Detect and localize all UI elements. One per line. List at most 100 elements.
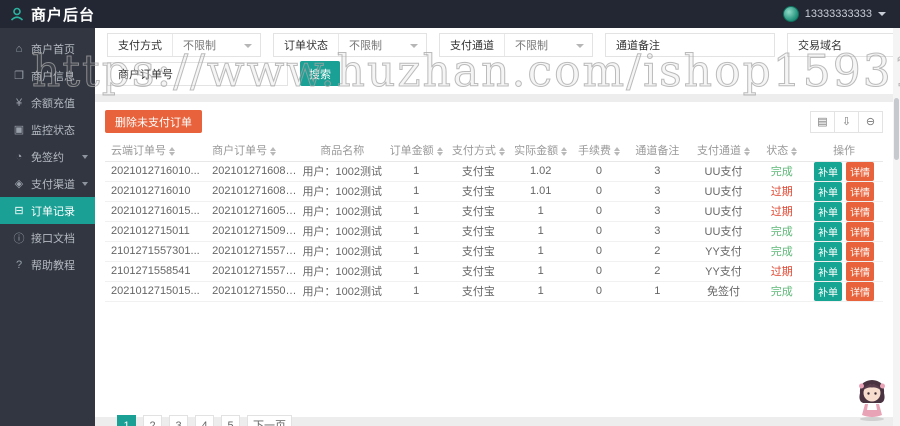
filter-select[interactable]: 不限制 — [338, 34, 426, 56]
sidebar-item-pay-channel[interactable]: ◈ 支付渠道 — [0, 170, 95, 197]
cell-product: 用户：1002测试 — [299, 201, 386, 222]
column-header-4[interactable]: 支付方式 — [447, 140, 510, 162]
page-item[interactable]: 3 — [169, 415, 188, 426]
column-label: 实际金额 — [514, 145, 559, 158]
filter-label: 通道备注 — [616, 40, 660, 52]
cell-channel_note: 1 — [626, 281, 689, 302]
export-icon[interactable]: ⇩ — [834, 110, 859, 133]
cell-method: 支付宝 — [447, 241, 510, 262]
cell-cloud_no: 2021012715011 — [105, 221, 207, 242]
scrollbar[interactable] — [893, 28, 900, 426]
page-item[interactable]: 下一页 — [247, 415, 292, 426]
reissue-button[interactable]: 补单 — [814, 161, 843, 180]
column-header-5[interactable]: 实际金额 — [509, 140, 572, 162]
brand: 商户后台 — [0, 4, 95, 25]
detail-button[interactable]: 详情 — [846, 241, 875, 260]
sign-free-icon: ◔ — [15, 150, 23, 163]
avatar[interactable] — [782, 6, 799, 22]
column-header-6[interactable]: 手续费 — [571, 140, 627, 162]
sidebar-item-monitor-status[interactable]: ▣ 监控状态 — [0, 116, 95, 143]
sidebar-item-label: 帮助教程 — [31, 259, 75, 272]
cell-amount: 1 — [385, 221, 448, 242]
reissue-button[interactable]: 补单 — [814, 261, 843, 280]
filter-input-group-1: 交易域名 — [787, 33, 900, 57]
sort-icon[interactable] — [561, 146, 568, 156]
cell-status: 过期 — [758, 181, 806, 202]
help-icon: ? — [15, 258, 23, 271]
column-header-1[interactable]: 商户订单号 — [206, 140, 300, 162]
chevron-down-icon — [82, 154, 88, 159]
cell-method: 支付宝 — [447, 221, 510, 242]
sort-icon[interactable] — [498, 146, 505, 156]
mascot-widget[interactable] — [854, 377, 890, 426]
delete-unpaid-button[interactable]: 删除未支付订单 — [105, 110, 202, 133]
user-menu[interactable]: 13333333333 — [782, 6, 900, 22]
sidebar-item-label: 接口文档 — [31, 232, 75, 245]
filter-select[interactable]: 不限制 — [172, 34, 260, 56]
cell-real_amount: 1 — [509, 241, 572, 262]
table-tool-icons: ▤ ⇩ ⊖ — [810, 110, 883, 133]
cell-fee: 0 — [571, 161, 627, 182]
status-badge: 完成 — [770, 226, 793, 238]
filter-text-input[interactable] — [670, 35, 774, 55]
page-item[interactable]: 4 — [195, 415, 214, 426]
sidebar-item-help[interactable]: ? 帮助教程 — [0, 251, 95, 278]
sidebar-item-merchant-info[interactable]: ❐ 商户信息 — [0, 62, 95, 89]
sidebar-item-label: 订单记录 — [31, 205, 75, 218]
column-label: 手续费 — [577, 145, 611, 158]
print-icon[interactable]: ⊖ — [858, 110, 883, 133]
column-header-9[interactable]: 状态 — [758, 140, 806, 162]
detail-button[interactable]: 详情 — [846, 261, 875, 280]
page-item[interactable]: 2 — [143, 415, 162, 426]
cell-amount: 1 — [385, 261, 448, 282]
cell-method: 支付宝 — [447, 261, 510, 282]
cell-fee: 0 — [571, 201, 627, 222]
sort-icon[interactable] — [791, 146, 798, 156]
detail-button[interactable]: 详情 — [846, 221, 875, 240]
merchant-order-no-input[interactable] — [183, 63, 287, 84]
column-label: 支付方式 — [451, 145, 496, 158]
sort-icon[interactable] — [270, 146, 277, 156]
page-item[interactable]: 1 — [117, 415, 136, 426]
column-header-0[interactable]: 云端订单号 — [105, 140, 207, 162]
sidebar-item-sign-free[interactable]: ◔ 免签约 — [0, 143, 95, 170]
sort-icon[interactable] — [743, 146, 750, 156]
reissue-button[interactable]: 补单 — [814, 281, 843, 300]
main-content: 支付方式 不限制 订单状态 不限制 支付通道 不限制 通道备注 交易域名 商户订单号 搜索 删除… — [95, 28, 900, 426]
cell-channel: YY支付 — [688, 241, 759, 262]
sidebar-item-api-doc[interactable]: ⓘ 接口文档 — [0, 224, 95, 251]
sidebar-item-order-record[interactable]: ⊟ 订单记录 — [0, 197, 95, 224]
cell-fee: 0 — [571, 181, 627, 202]
scrollbar-thumb[interactable] — [894, 98, 899, 160]
cell-channel: 免签付 — [688, 281, 759, 302]
reissue-button[interactable]: 补单 — [814, 241, 843, 260]
filter-label: 支付方式 — [118, 40, 162, 52]
caret-down-icon — [576, 44, 584, 48]
sidebar-item-home[interactable]: ⌂ 商户首页 — [0, 35, 95, 62]
sidebar-item-recharge[interactable]: ¥ 余额充值 — [0, 89, 95, 116]
status-badge: 过期 — [770, 206, 793, 218]
filter-columns-icon[interactable]: ▤ — [810, 110, 835, 133]
filter-select[interactable]: 不限制 — [504, 34, 592, 56]
reissue-button[interactable]: 补单 — [814, 201, 843, 220]
cell-actions: 补单 详情 — [805, 281, 883, 302]
column-label: 云端订单号 — [111, 145, 166, 158]
column-header-3[interactable]: 订单金额 — [385, 140, 448, 162]
page-item[interactable]: 5 — [221, 415, 240, 426]
pay-channel-icon: ◈ — [14, 178, 24, 190]
detail-button[interactable]: 详情 — [846, 201, 875, 220]
sort-icon[interactable] — [613, 146, 620, 156]
sort-icon[interactable] — [169, 146, 175, 156]
reissue-button[interactable]: 补单 — [814, 181, 843, 200]
column-header-10: 操作 — [805, 140, 883, 162]
cell-real_amount: 1.01 — [509, 181, 572, 202]
detail-button[interactable]: 详情 — [846, 281, 875, 300]
cell-method: 支付宝 — [447, 201, 510, 222]
reissue-button[interactable]: 补单 — [814, 221, 843, 240]
search-button[interactable]: 搜索 — [300, 61, 340, 86]
cell-channel: UU支付 — [688, 221, 759, 242]
column-header-8[interactable]: 支付通道 — [688, 140, 759, 162]
detail-button[interactable]: 详情 — [846, 181, 875, 200]
sort-icon[interactable] — [436, 146, 443, 156]
detail-button[interactable]: 详情 — [846, 161, 875, 180]
